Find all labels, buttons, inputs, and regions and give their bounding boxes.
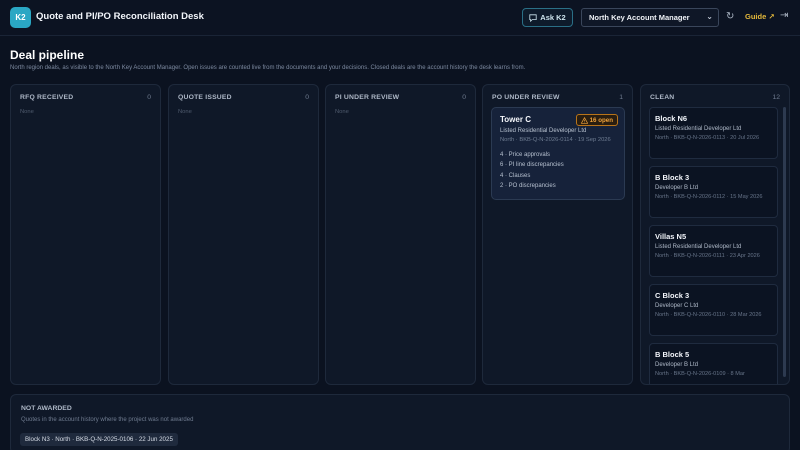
deal-company: Developer B Ltd xyxy=(655,362,699,368)
column-title: RFQ RECEIVED xyxy=(20,94,74,101)
logout-icon[interactable]: ⇥ xyxy=(780,10,788,21)
page-title: Deal pipeline xyxy=(10,48,85,62)
column-title: QUOTE ISSUED xyxy=(178,94,232,101)
deal-company: Developer B Ltd xyxy=(655,185,699,191)
deal-company: Listed Residential Developer Ltd xyxy=(655,126,742,132)
app-title: Quote and PI/PO Reconciliation Desk xyxy=(36,11,204,22)
deal-meta: North · BKB-Q-N-2026-0111 · 23 Apr 2026 xyxy=(655,253,760,259)
deal-name: Villas N5 xyxy=(655,232,687,241)
issue-item: 4 · Clauses xyxy=(500,172,531,179)
deal-card-tower-c[interactable]: Tower C 16 open Listed Residential Devel… xyxy=(491,107,625,200)
role-select[interactable]: North Key Account Manager ⌄ xyxy=(581,8,719,27)
role-select-value: North Key Account Manager xyxy=(589,13,690,22)
deal-meta: North · BKB-Q-N-2026-0110 · 28 Mar 2026 xyxy=(655,312,762,318)
not-awarded-subtitle: Quotes in the account history where the … xyxy=(21,417,194,423)
column-quote-issued: QUOTE ISSUED 0 None xyxy=(168,84,319,385)
app-logo: K2 xyxy=(10,7,31,28)
warning-icon xyxy=(580,116,588,124)
column-empty-text: None xyxy=(20,109,34,115)
deal-company: Developer C Ltd xyxy=(655,303,699,309)
deal-name: B Block 5 xyxy=(655,350,690,359)
chevron-down-icon: ⌄ xyxy=(706,12,713,21)
not-awarded-panel: NOT AWARDED Quotes in the account histor… xyxy=(10,394,790,450)
deal-card[interactable]: Block N6 Listed Residential Developer Lt… xyxy=(649,107,778,159)
column-pi-under-review: PI UNDER REVIEW 0 None xyxy=(325,84,476,385)
page-subtitle: North region deals, as visible to the No… xyxy=(10,65,526,71)
ask-k2-label: Ask K2 xyxy=(540,13,566,22)
column-rfq-received: RFQ RECEIVED 0 None xyxy=(10,84,161,385)
column-title: CLEAN xyxy=(650,94,675,101)
open-issues-count: 16 open xyxy=(589,116,613,124)
column-clean: CLEAN 12 Block N6 Listed Residential Dev… xyxy=(640,84,790,385)
deal-card[interactable]: B Block 3 Developer B Ltd North · BKB-Q-… xyxy=(649,166,778,218)
column-empty-text: None xyxy=(335,109,349,115)
scrollbar[interactable] xyxy=(783,107,786,377)
guide-link[interactable]: Guide ↗ xyxy=(745,12,775,21)
issue-list: 4 · Price approvals 6 · PI line discrepa… xyxy=(500,150,616,192)
deal-company: Listed Residential Developer Ltd xyxy=(655,244,742,250)
deal-card[interactable]: B Block 5 Developer B Ltd North · BKB-Q-… xyxy=(649,343,778,384)
not-awarded-title: NOT AWARDED xyxy=(21,405,72,412)
refresh-icon[interactable]: ↻ xyxy=(726,11,734,22)
deal-meta: North · BKB-Q-N-2026-0109 · 8 Mar xyxy=(655,371,745,377)
deal-meta: North · BKB-Q-N-2026-0113 · 20 Jul 2026 xyxy=(655,135,760,141)
deal-card[interactable]: Villas N5 Listed Residential Developer L… xyxy=(649,225,778,277)
chat-icon xyxy=(529,13,537,22)
column-title: PO UNDER REVIEW xyxy=(492,94,560,101)
top-bar: K2 Quote and PI/PO Reconciliation Desk A… xyxy=(0,0,800,36)
issue-item: 6 · PI line discrepancies xyxy=(500,162,564,169)
open-issues-badge: 16 open xyxy=(575,114,618,126)
column-count: 0 xyxy=(147,94,151,101)
issue-item: 2 · PO discrepancies xyxy=(500,183,556,190)
ask-k2-button[interactable]: Ask K2 xyxy=(522,8,573,27)
column-po-under-review: PO UNDER REVIEW 1 Tower C 16 open Listed… xyxy=(482,84,633,385)
deal-name: Block N6 xyxy=(655,114,688,123)
deal-meta: North · BKB-Q-N-2026-0112 · 15 May 2026 xyxy=(655,194,763,200)
column-count: 0 xyxy=(305,94,309,101)
issue-item: 4 · Price approvals xyxy=(500,151,551,158)
column-count: 1 xyxy=(619,94,623,101)
deal-name: B Block 3 xyxy=(655,173,690,182)
deal-card[interactable]: C Block 3 Developer C Ltd North · BKB-Q-… xyxy=(649,284,778,336)
deal-meta: North · BKB-Q-N-2026-0114 · 19 Sep 2026 xyxy=(500,137,611,143)
deal-company: Listed Residential Developer Ltd xyxy=(500,128,587,134)
column-empty-text: None xyxy=(178,109,192,115)
column-count: 0 xyxy=(462,94,466,101)
column-title: PI UNDER REVIEW xyxy=(335,94,400,101)
not-awarded-chip[interactable]: Block N3 · North · BKB-Q-N-2025-0106 · 2… xyxy=(20,433,178,446)
deal-name: C Block 3 xyxy=(655,291,690,300)
column-count: 12 xyxy=(772,94,780,101)
